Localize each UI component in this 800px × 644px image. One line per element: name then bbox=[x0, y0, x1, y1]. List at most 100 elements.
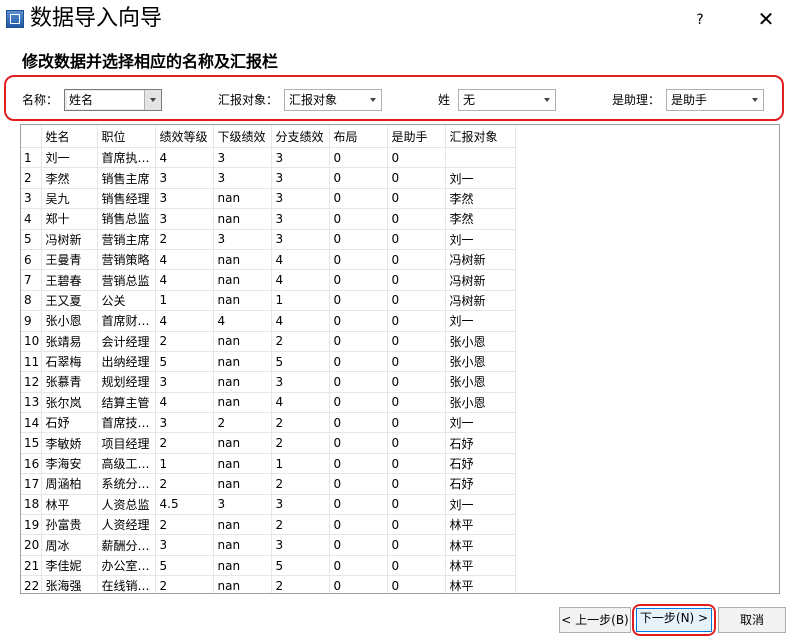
table-cell[interactable]: 3 bbox=[271, 167, 330, 189]
table-cell[interactable]: nan bbox=[213, 453, 272, 475]
table-cell[interactable]: 李佳妮 bbox=[41, 555, 98, 577]
table-cell[interactable]: 1 bbox=[155, 453, 214, 475]
table-cell[interactable]: 刘一 bbox=[445, 494, 516, 516]
table-cell[interactable]: 0 bbox=[387, 290, 446, 312]
table-cell[interactable]: 人资总监 bbox=[97, 494, 156, 516]
table-cell[interactable]: 0 bbox=[387, 494, 446, 516]
table-row[interactable]: 9 张小恩 首席财… 4 4 4 0 0 刘一 bbox=[21, 310, 516, 332]
table-cell[interactable]: 石妤 bbox=[445, 453, 516, 475]
cancel-button[interactable]: 取消 bbox=[718, 607, 786, 633]
table-cell[interactable]: 0 bbox=[387, 453, 446, 475]
table-cell[interactable]: 4 bbox=[155, 392, 214, 414]
table-cell[interactable]: 3 bbox=[213, 229, 272, 250]
table-cell[interactable]: 张尔岚 bbox=[41, 392, 98, 414]
table-cell[interactable]: 会计经理 bbox=[97, 331, 156, 352]
table-cell[interactable]: nan bbox=[213, 473, 272, 495]
table-cell[interactable]: 2 bbox=[155, 575, 214, 593]
table-cell[interactable]: 李然 bbox=[445, 188, 516, 210]
table-cell[interactable]: 系统分… bbox=[97, 473, 156, 495]
column-header[interactable]: 姓名 bbox=[41, 125, 98, 148]
table-cell[interactable]: 石妤 bbox=[445, 473, 516, 495]
table-cell[interactable]: 0 bbox=[329, 229, 388, 250]
table-cell[interactable]: 0 bbox=[387, 229, 446, 250]
table-cell[interactable]: nan bbox=[213, 534, 272, 556]
table-cell[interactable]: 3 bbox=[271, 494, 330, 516]
table-cell[interactable]: 3 bbox=[155, 188, 214, 210]
table-cell[interactable]: 3 bbox=[271, 188, 330, 210]
table-cell[interactable]: 0 bbox=[387, 208, 446, 230]
table-cell[interactable]: 0 bbox=[387, 555, 446, 577]
table-cell[interactable]: 3 bbox=[213, 147, 272, 169]
table-cell[interactable]: 张靖易 bbox=[41, 331, 98, 352]
table-cell[interactable]: 3 bbox=[271, 371, 330, 393]
column-header[interactable]: 下级绩效 bbox=[213, 125, 272, 148]
table-cell[interactable]: 刘一 bbox=[445, 167, 516, 189]
table-cell[interactable]: 5 bbox=[155, 555, 214, 577]
table-cell[interactable]: 0 bbox=[387, 534, 446, 556]
table-cell[interactable]: 0 bbox=[329, 555, 388, 577]
table-cell[interactable]: 张小恩 bbox=[41, 310, 98, 332]
table-row[interactable]: 7 王碧春 营销总监 4 nan 4 0 0 冯树新 bbox=[21, 269, 516, 291]
table-cell[interactable]: 王曼青 bbox=[41, 249, 98, 271]
table-cell[interactable]: 0 bbox=[329, 188, 388, 210]
table-row[interactable]: 11 石翠梅 出纳经理 5 nan 5 0 0 张小恩 bbox=[21, 351, 516, 373]
table-cell[interactable]: 3 bbox=[155, 167, 214, 189]
table-cell[interactable]: 张小恩 bbox=[445, 351, 516, 373]
table-cell[interactable]: 刘一 bbox=[445, 310, 516, 332]
table-cell[interactable]: nan bbox=[213, 514, 272, 536]
table-cell[interactable]: 3 bbox=[271, 229, 330, 250]
table-cell[interactable]: 0 bbox=[387, 575, 446, 593]
table-cell[interactable]: 0 bbox=[329, 249, 388, 271]
table-cell[interactable]: 林平 bbox=[445, 555, 516, 577]
table-cell[interactable]: 王又夏 bbox=[41, 290, 98, 312]
table-cell[interactable]: 林平 bbox=[445, 534, 516, 556]
table-cell[interactable]: 3 bbox=[155, 371, 214, 393]
table-cell[interactable]: 3 bbox=[155, 412, 214, 434]
table-cell[interactable]: 林平 bbox=[445, 575, 516, 593]
table-cell[interactable] bbox=[445, 147, 516, 169]
table-cell[interactable]: 张小恩 bbox=[445, 392, 516, 414]
table-cell[interactable]: 0 bbox=[387, 432, 446, 454]
table-row[interactable]: 18 林平 人资总监 4.5 3 3 0 0 刘一 bbox=[21, 494, 516, 516]
table-cell[interactable]: 石翠梅 bbox=[41, 351, 98, 373]
table-cell[interactable]: 0 bbox=[329, 453, 388, 475]
table-cell[interactable]: 2 bbox=[271, 412, 330, 434]
table-cell[interactable]: 高级工… bbox=[97, 453, 156, 475]
table-cell[interactable]: 4 bbox=[155, 249, 214, 271]
table-cell[interactable]: 3 bbox=[271, 147, 330, 169]
table-cell[interactable]: 5 bbox=[155, 351, 214, 373]
table-cell[interactable]: 办公室… bbox=[97, 555, 156, 577]
table-cell[interactable]: 0 bbox=[329, 432, 388, 454]
table-cell[interactable]: 李海安 bbox=[41, 453, 98, 475]
table-cell[interactable]: 0 bbox=[329, 167, 388, 189]
table-cell[interactable]: 李敏娇 bbox=[41, 432, 98, 454]
table-cell[interactable]: 人资经理 bbox=[97, 514, 156, 536]
table-cell[interactable]: 刘一 bbox=[445, 412, 516, 434]
table-cell[interactable]: 李然 bbox=[445, 208, 516, 230]
surname-select[interactable]: 无 bbox=[458, 89, 556, 111]
table-cell[interactable]: 吴九 bbox=[41, 188, 98, 210]
table-cell[interactable]: 3 bbox=[213, 494, 272, 516]
table-cell[interactable]: 0 bbox=[329, 310, 388, 332]
table-cell[interactable]: 首席财… bbox=[97, 310, 156, 332]
table-cell[interactable]: 石妤 bbox=[445, 432, 516, 454]
table-cell[interactable]: 2 bbox=[213, 412, 272, 434]
table-row[interactable]: 17 周涵柏 系统分… 2 nan 2 0 0 石妤 bbox=[21, 473, 516, 495]
table-cell[interactable]: 0 bbox=[387, 249, 446, 271]
table-cell[interactable]: 3 bbox=[271, 534, 330, 556]
table-cell[interactable]: 冯树新 bbox=[41, 229, 98, 250]
table-cell[interactable]: 规划经理 bbox=[97, 371, 156, 393]
table-row[interactable]: 10 张靖易 会计经理 2 nan 2 0 0 张小恩 bbox=[21, 331, 516, 352]
table-cell[interactable]: 销售主席 bbox=[97, 167, 156, 189]
table-cell[interactable]: 张海强 bbox=[41, 575, 98, 593]
table-cell[interactable]: 0 bbox=[387, 331, 446, 352]
table-cell[interactable]: 4 bbox=[271, 310, 330, 332]
table-cell[interactable]: 0 bbox=[387, 147, 446, 169]
table-cell[interactable]: 0 bbox=[329, 290, 388, 312]
table-cell[interactable]: 4 bbox=[271, 249, 330, 271]
table-cell[interactable]: 5 bbox=[271, 555, 330, 577]
table-cell[interactable]: 张慕青 bbox=[41, 371, 98, 393]
table-cell[interactable]: 2 bbox=[271, 331, 330, 352]
table-cell[interactable]: 项目经理 bbox=[97, 432, 156, 454]
table-cell[interactable]: 冯树新 bbox=[445, 290, 516, 312]
